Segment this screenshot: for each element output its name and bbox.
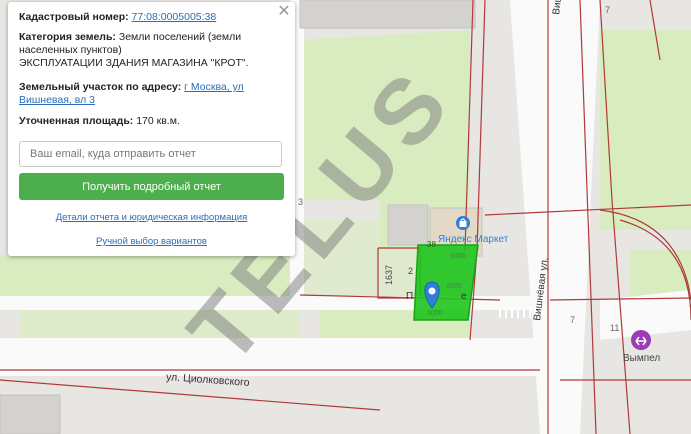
address-label: Земельный участок по адресу: <box>19 81 182 93</box>
get-report-button[interactable]: Получить подробный отчет <box>19 173 284 200</box>
metro-label: Вымпел <box>623 353 661 364</box>
area-label: Уточненная площадь: <box>19 115 134 127</box>
area-value: 170 кв.м. <box>136 115 180 127</box>
cadastral-number-link[interactable]: 77:08:0005005:38 <box>132 11 217 23</box>
street-label-partial-end: е <box>461 291 467 302</box>
details-link-row: Детали отчета и юридическая информация <box>8 212 295 223</box>
street-label-partial: П <box>406 291 414 302</box>
house-number: 3 <box>298 197 304 207</box>
land-category-label: Категория земель: <box>19 31 116 43</box>
parcel-number: 2 <box>408 266 414 276</box>
land-usage: ЭКСПЛУАТАЦИИ ЗДАНИЯ МАГАЗИНА "КРОТ". <box>19 57 249 69</box>
crosswalk <box>499 308 537 318</box>
address-link-line2[interactable]: Вишневая, вл 3 <box>19 94 95 106</box>
house-number: 7 <box>605 5 611 15</box>
manual-link-row: Ручной выбор вариантов <box>8 236 295 247</box>
address-link[interactable]: г Москва, ул <box>184 81 244 93</box>
parcel-area: 1000 <box>450 253 466 260</box>
area-row: Уточненная площадь: 170 кв.м. <box>19 115 180 128</box>
cadastral-number-label: Кадастровый номер: <box>19 11 129 23</box>
house-number: 7 <box>570 315 576 325</box>
report-details-link[interactable]: Детали отчета и юридическая информация <box>56 212 248 223</box>
close-icon[interactable]: ✕ <box>276 4 292 20</box>
house-number: 11 <box>610 323 620 333</box>
shop-label: Яндекс Маркет <box>438 234 509 245</box>
email-input[interactable] <box>19 141 282 167</box>
manual-selection-link[interactable]: Ручной выбор вариантов <box>96 236 207 247</box>
shopping-bag-icon <box>456 216 470 230</box>
cadastral-info-popup: ✕ Кадастровый номер: 77:08:0005005:38 Ка… <box>8 2 295 256</box>
cadastral-number-row: Кадастровый номер: 77:08:0005005:38 <box>19 11 216 24</box>
metro-icon <box>631 330 651 350</box>
parcel-number: 1637 <box>384 264 394 285</box>
parcel-area: 1000 <box>427 310 443 317</box>
parcel-number: 38 <box>427 240 436 249</box>
parcel-area: 1000 <box>446 283 462 290</box>
address-row: Земельный участок по адресу: г Москва, у… <box>19 81 259 107</box>
land-category-row: Категория земель: Земли поселений (земли… <box>19 31 259 57</box>
